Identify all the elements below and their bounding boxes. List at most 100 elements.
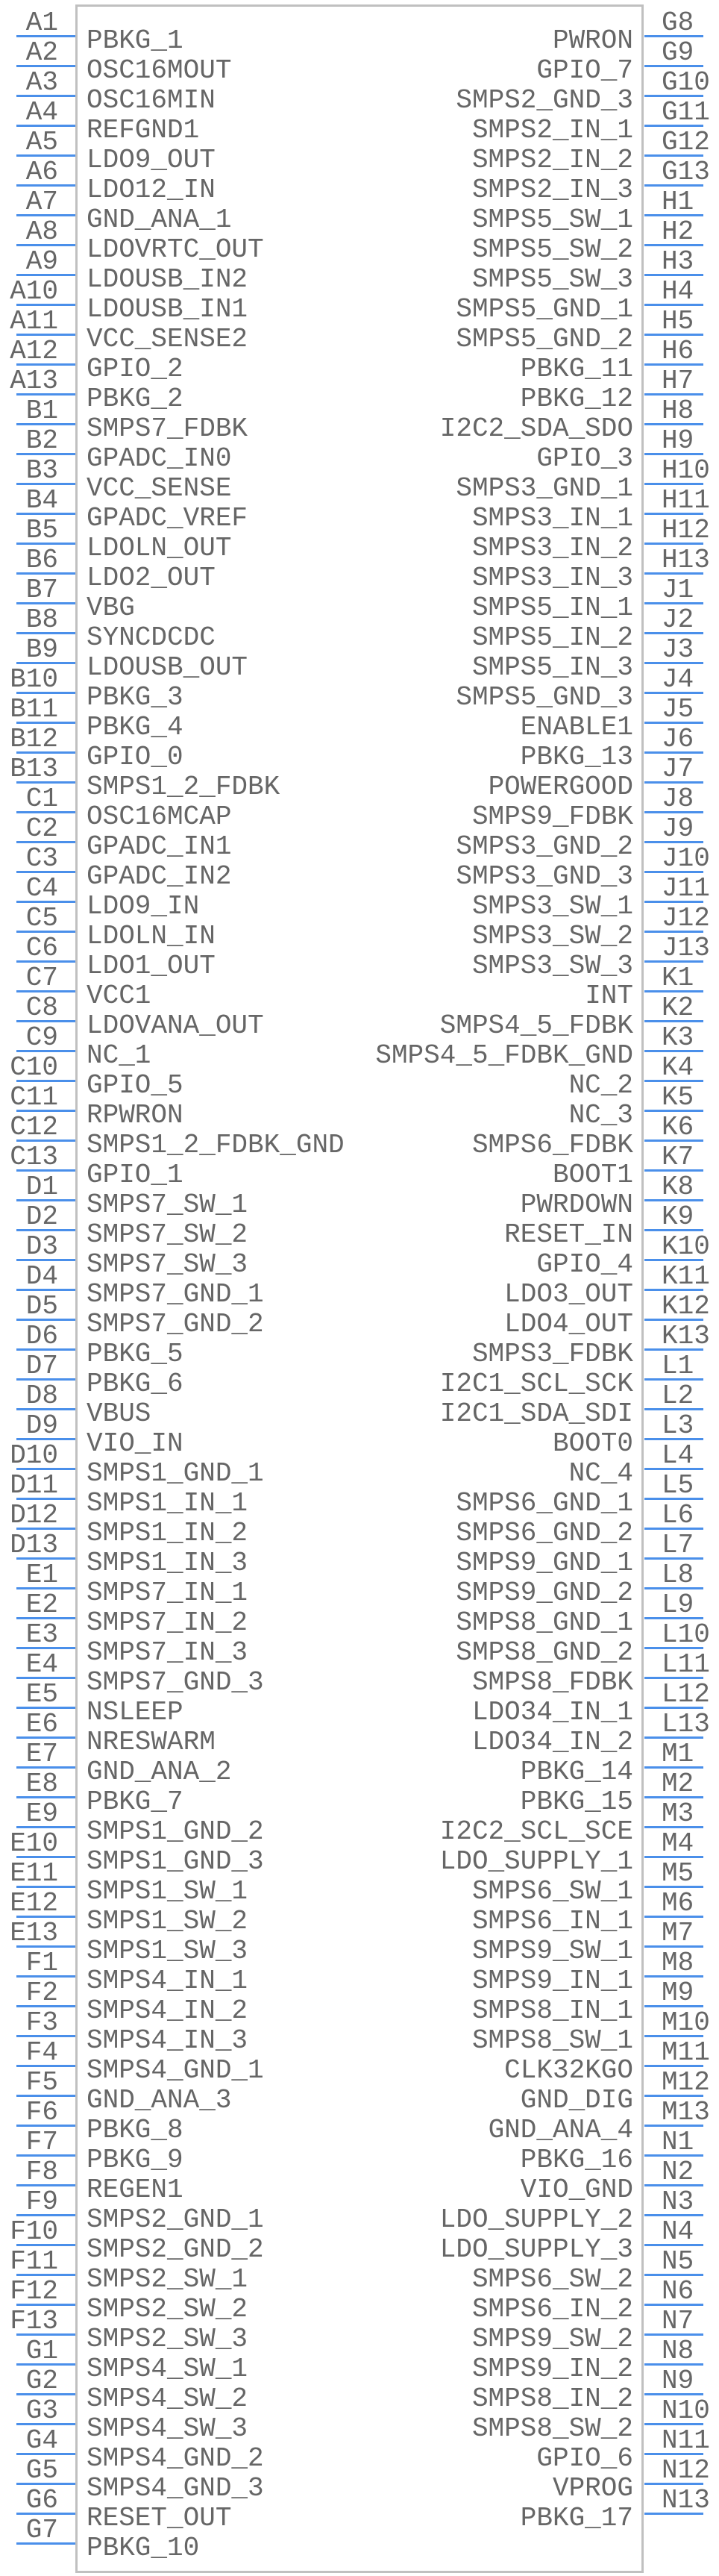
pin-number: G9 <box>662 37 694 68</box>
pin-number: E5 <box>25 1679 58 1710</box>
pin-name: LDOUSB_OUT <box>87 652 248 683</box>
pin-number: G13 <box>662 157 710 187</box>
pin-number: N2 <box>662 2157 694 2187</box>
pin-name: SMPS4_SW_1 <box>87 2354 248 2384</box>
pin-number: F6 <box>25 2097 58 2128</box>
pin-number: A5 <box>25 127 58 157</box>
pin-number: N1 <box>662 2127 694 2157</box>
pin-name: LDO9_IN <box>87 891 200 922</box>
pin-number: L11 <box>662 1649 710 1680</box>
pin-number: F11 <box>10 2246 58 2277</box>
pin-name: PBKG_1 <box>87 25 183 56</box>
pin-number: K4 <box>662 1052 694 1083</box>
pin-name: LDOLN_OUT <box>87 533 232 563</box>
pin-name: OSC16MCAP <box>87 801 232 832</box>
pin-name: SMPS6_GND_1 <box>456 1488 633 1519</box>
pin-name: GPIO_7 <box>536 55 633 86</box>
pin-number: A4 <box>25 97 58 128</box>
pin-number: A2 <box>25 37 58 68</box>
pin-number: H5 <box>662 306 694 337</box>
pin-number: G2 <box>25 2366 58 2396</box>
pin-number: F1 <box>25 1948 58 1978</box>
pin-number: E3 <box>25 1619 58 1650</box>
pin-number: K1 <box>662 963 694 993</box>
pin-number: J13 <box>662 933 710 963</box>
pin-name: LDO_SUPPLY_2 <box>439 2204 633 2235</box>
pin-number: M4 <box>662 1828 694 1859</box>
pin-name: NC_3 <box>568 1100 633 1131</box>
pin-number: M8 <box>662 1948 694 1978</box>
pin-name: SMPS1_2_FDBK_GND <box>87 1130 345 1160</box>
pin-number: J6 <box>662 724 694 754</box>
pin-name: CLK32KGO <box>504 2055 633 2086</box>
pin-name: SMPS3_FDBK <box>471 1339 633 1369</box>
pin-number: A9 <box>25 246 58 277</box>
pin-number: B3 <box>25 455 58 486</box>
pin-name: SMPS9_IN_1 <box>471 1966 633 1996</box>
pin-name: SMPS9_SW_1 <box>471 1936 633 1966</box>
pin-name: PBKG_12 <box>520 384 633 414</box>
pin-name: SMPS8_SW_1 <box>471 2025 633 2056</box>
pin-name: VBG <box>87 593 135 623</box>
pin-name: GND_ANA_4 <box>488 2115 633 2145</box>
pin-number: D3 <box>25 1231 58 1262</box>
pin-name: SMPS8_FDBK <box>471 1667 633 1698</box>
pin-name: ENABLE1 <box>520 712 633 743</box>
pin-number: G10 <box>662 67 710 98</box>
pin-name: PBKG_9 <box>87 2145 183 2175</box>
pin-number: F4 <box>25 2037 58 2068</box>
pin-number: E7 <box>25 1739 58 1769</box>
pin-name: PWRDOWN <box>520 1189 633 1220</box>
pin-number: N3 <box>662 2186 694 2217</box>
pin-name: SMPS9_GND_1 <box>456 1548 633 1578</box>
pin-number: D12 <box>10 1500 58 1531</box>
pin-name: SMPS3_IN_1 <box>471 503 633 534</box>
pin-name: VIO_IN <box>87 1428 183 1459</box>
pin-name: LDOLN_IN <box>87 921 216 951</box>
pin-number: L5 <box>662 1470 694 1501</box>
pin-number: E11 <box>10 1858 58 1889</box>
pin-name: PWRON <box>552 25 633 56</box>
pin-name: I2C1_SDA_SDI <box>439 1398 633 1429</box>
pin-number: A8 <box>25 216 58 247</box>
pin-number: L3 <box>662 1410 694 1441</box>
pin-name: SYNCDCDC <box>87 622 216 653</box>
pin-name: SMPS1_SW_3 <box>87 1936 248 1966</box>
pin-name: SMPS5_IN_2 <box>471 622 633 653</box>
pin-name: REFGND1 <box>87 115 200 146</box>
pin-number: K9 <box>662 1201 694 1232</box>
pin-name: LDO34_IN_2 <box>471 1727 633 1757</box>
pin-number: F13 <box>10 2306 58 2336</box>
pin-name: SMPS1_SW_1 <box>87 1876 248 1907</box>
pin-number: J4 <box>662 664 694 695</box>
pin-number: J5 <box>662 694 694 725</box>
pin-number: L13 <box>662 1709 710 1739</box>
pin-name: NC_1 <box>87 1040 151 1071</box>
pin-number: F8 <box>25 2157 58 2187</box>
pin-name: SMPS7_GND_2 <box>87 1309 264 1339</box>
pin-name: GPIO_6 <box>536 2443 633 2474</box>
pin-number: J7 <box>662 754 694 784</box>
pin-number: H1 <box>662 187 694 217</box>
pin-number: J8 <box>662 784 694 814</box>
pin-name: LDO4_OUT <box>504 1309 633 1339</box>
pin-name: OSC16MOUT <box>87 55 232 86</box>
pin-name: SMPS1_GND_3 <box>87 1846 264 1877</box>
pin-name: PBKG_5 <box>87 1339 183 1369</box>
pin-number: B12 <box>10 724 58 754</box>
pin-number: G3 <box>25 2395 58 2426</box>
pin-number: H4 <box>662 276 694 307</box>
pin-number: C12 <box>10 1112 58 1142</box>
pin-name: LDO_SUPPLY_1 <box>439 1846 633 1877</box>
pin-name: SMPS2_SW_3 <box>87 2324 248 2354</box>
pin-name: SMPS9_SW_2 <box>471 2324 633 2354</box>
pin-number: M2 <box>662 1769 694 1799</box>
pin-number: H11 <box>662 485 710 516</box>
pin-number: E6 <box>25 1709 58 1739</box>
pin-number: N12 <box>662 2455 710 2486</box>
pin-number: K2 <box>662 992 694 1023</box>
pin-name: SMPS1_IN_1 <box>87 1488 248 1519</box>
pin-number: D1 <box>25 1172 58 1202</box>
pin-number: N7 <box>662 2306 694 2336</box>
pin-name: GPIO_5 <box>87 1070 183 1101</box>
